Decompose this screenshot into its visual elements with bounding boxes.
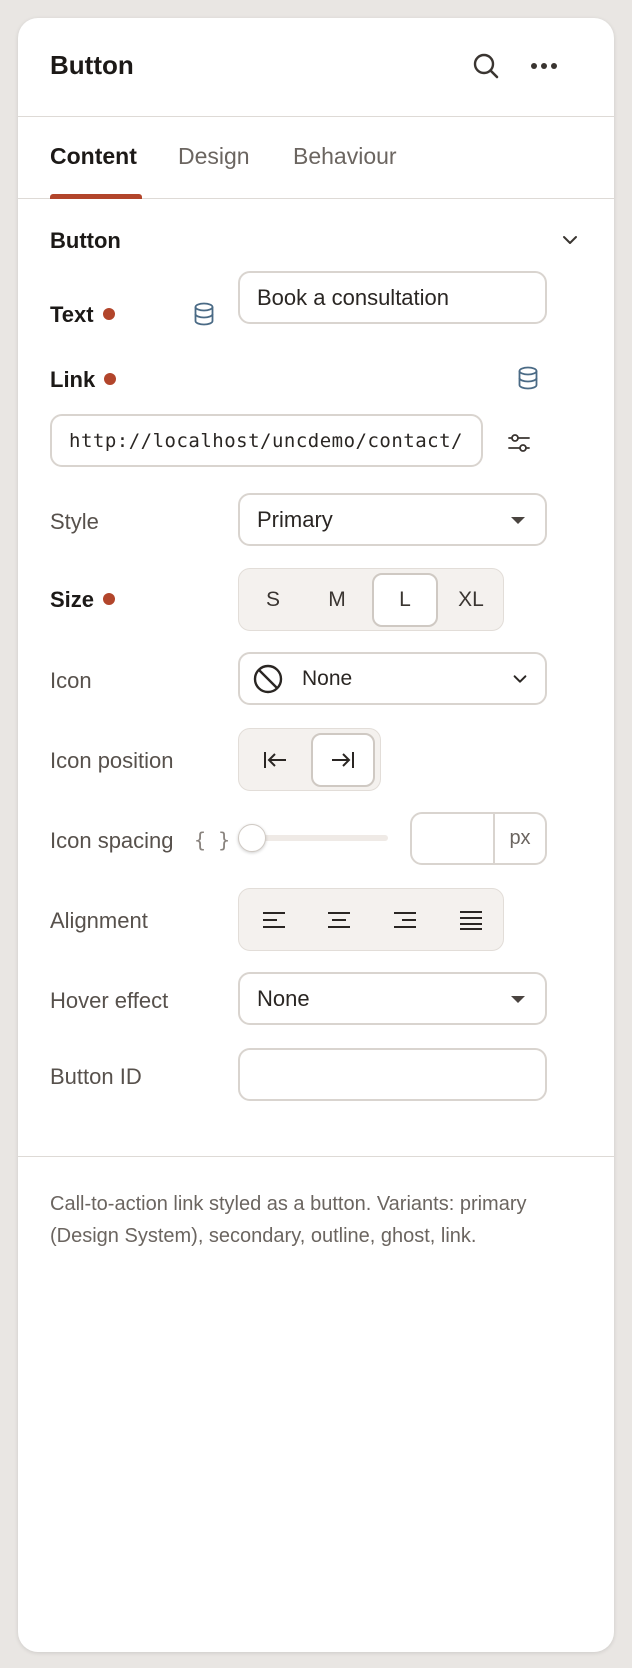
icon-spacing-input[interactable]: px [410,812,547,865]
search-icon[interactable] [468,48,504,84]
size-segmented-control: S M L XL [238,568,504,631]
text-input[interactable]: Book a consultation [238,271,547,324]
size-option-s[interactable]: S [243,573,303,627]
section-toggle[interactable]: Button [50,228,580,254]
more-options-icon[interactable] [526,48,562,84]
none-icon [253,664,283,694]
divider [18,1156,614,1157]
arrow-to-left-icon[interactable] [243,733,307,787]
required-dot [103,593,116,605]
tab-bar: Content Design Behaviour [18,117,614,199]
alignment-segmented-control [238,888,504,951]
button-id-label: Button ID [50,1064,142,1089]
text-label: Text [50,302,115,328]
align-center-icon[interactable] [308,893,370,947]
slider-handle[interactable] [238,824,266,852]
size-label: Size [50,587,116,613]
icon-select[interactable]: None [238,652,547,705]
style-label: Style [50,509,99,534]
tab-content[interactable]: Content [50,143,137,170]
caret-down-icon [511,995,525,1003]
link-input[interactable]: http://localhost/uncdemo/contact/ [50,414,483,467]
align-left-icon[interactable] [243,893,305,947]
icon-spacing-slider[interactable] [238,822,388,854]
panel-title: Button [50,50,134,80]
database-icon[interactable] [514,364,542,392]
size-option-m[interactable]: M [307,573,367,627]
icon-spacing-label: Icon spacing [50,828,174,853]
style-select[interactable]: Primary [238,493,547,546]
link-options-icon[interactable] [502,426,536,460]
database-icon[interactable] [190,300,218,328]
size-option-l[interactable]: L [372,573,438,627]
arrow-to-right-icon[interactable] [311,733,375,787]
unit-label: px [493,814,545,863]
hover-effect-select[interactable]: None [238,972,547,1025]
tab-behaviour[interactable]: Behaviour [293,143,397,170]
dynamic-value-icon[interactable]: { } [194,828,230,852]
required-dot [102,308,115,320]
chevron-down-icon [563,236,577,244]
chevron-down-icon [513,675,527,683]
icon-position-label: Icon position [50,748,174,773]
link-label: Link [50,367,117,393]
caret-down-icon [511,516,525,524]
section-title: Button [50,228,121,253]
required-dot [104,373,117,385]
button-id-input[interactable] [238,1048,547,1101]
icon-position-segmented-control [238,728,381,791]
hover-effect-label: Hover effect [50,988,169,1013]
component-description: Call-to-action link styled as a button. … [50,1193,527,1247]
panel-header: Button [18,18,614,117]
align-right-icon[interactable] [374,893,436,947]
icon-label: Icon [50,668,92,693]
align-justify-icon[interactable] [440,893,502,947]
tab-design[interactable]: Design [178,143,250,170]
alignment-label: Alignment [50,908,148,933]
size-option-xl[interactable]: XL [440,573,502,627]
button-settings-panel: Button Content Design Behaviour Button T… [18,18,614,1652]
active-tab-indicator [50,194,142,199]
